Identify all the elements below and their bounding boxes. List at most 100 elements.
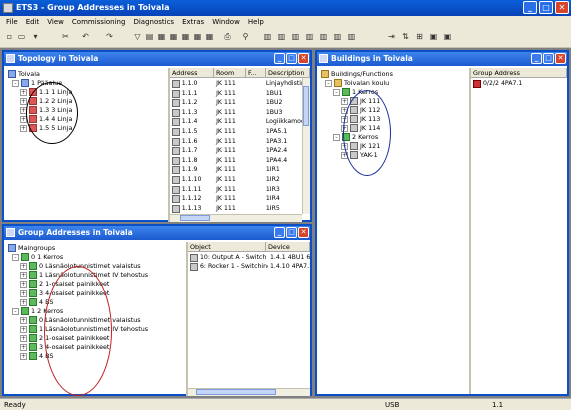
expand-icon[interactable]: +	[341, 97, 348, 105]
properties-icon[interactable]: ▤	[144, 31, 155, 42]
expand-icon[interactable]: +	[20, 124, 27, 132]
expand-icon[interactable]: +	[20, 325, 27, 333]
expand-icon[interactable]: +	[20, 343, 27, 351]
expand-icon[interactable]: +	[20, 271, 27, 279]
pane-splitter[interactable]	[469, 68, 471, 394]
tree-node-building[interactable]: - Toivalan koulu	[325, 79, 389, 87]
expand-icon[interactable]: +	[20, 352, 27, 360]
menu-extras[interactable]: Extras	[182, 18, 204, 26]
table-row[interactable]: 1.1.4JK 111Logiikkamodul	[172, 118, 302, 127]
scroll-thumb[interactable]	[180, 215, 210, 221]
collapse-icon[interactable]: -	[12, 253, 19, 261]
col-device[interactable]: Device	[266, 242, 310, 251]
grid1-icon[interactable]: ▥	[262, 31, 273, 42]
buildings-minimize-icon[interactable]: _	[531, 53, 542, 64]
groupaddresses-minimize-icon[interactable]: _	[274, 227, 285, 238]
topology-maximize-icon[interactable]: □	[286, 53, 297, 64]
table-row[interactable]: 1.1.0 JK 111 Linjayhdistin	[172, 80, 302, 88]
col-object[interactable]: Object	[188, 242, 266, 251]
scroll-thumb[interactable]	[196, 389, 276, 395]
menu-help[interactable]: Help	[248, 18, 264, 26]
expand-icon[interactable]: +	[20, 316, 27, 324]
grid3-icon[interactable]: ▥	[290, 31, 301, 42]
table-row[interactable]: 1.1.13 JK 111 1IR5	[172, 204, 302, 213]
new-icon[interactable]: ▫	[4, 31, 15, 42]
view5-icon[interactable]: ▦	[204, 31, 215, 42]
maximize-icon[interactable]: □	[539, 1, 553, 14]
menu-view[interactable]: View	[47, 18, 64, 26]
grid2-icon[interactable]: ▥	[276, 31, 287, 42]
menu-diagnostics[interactable]: Diagnostics	[133, 18, 174, 26]
table-row[interactable]: 1.1.2 JK 111 1BU2	[172, 99, 302, 108]
expand-icon[interactable]: +	[20, 298, 27, 306]
table-row[interactable]: 0/2/2 4PA7.1	[473, 80, 567, 88]
menu-edit[interactable]: Edit	[26, 18, 40, 26]
undo-icon[interactable]: ↶	[80, 31, 91, 42]
table-row[interactable]: 6: Rocker 1 - Switching 1.4.10 4PA7.1	[190, 263, 310, 271]
menu-commissioning[interactable]: Commissioning	[72, 18, 126, 26]
table-row[interactable]: 10: Output A - Switch 1.4.1 4BU1 61946	[190, 254, 310, 262]
menu-window[interactable]: Window	[212, 18, 240, 26]
view3-icon[interactable]: ▦	[180, 31, 191, 42]
expand-icon[interactable]: +	[20, 97, 27, 105]
table-row[interactable]: 1.1.3 JK 111 1BU3	[172, 108, 302, 117]
groupaddresses-hscroll[interactable]	[188, 388, 310, 396]
compare-icon[interactable]: ⇅	[400, 31, 411, 42]
expand-icon[interactable]: +	[20, 334, 27, 342]
collapse-icon[interactable]: -	[325, 79, 332, 87]
close-icon[interactable]: ✕	[555, 1, 569, 14]
cut-icon[interactable]: ✂	[60, 31, 71, 42]
table-row[interactable]: 1.1.9 JK 111 1IR1	[172, 166, 302, 175]
topology-minimize-icon[interactable]: _	[274, 53, 285, 64]
filter-icon[interactable]: ▽	[132, 31, 143, 42]
col-description[interactable]: Description	[266, 68, 310, 77]
groupaddresses-maximize-icon[interactable]: □	[286, 227, 297, 238]
minimize-icon[interactable]: _	[523, 1, 537, 14]
table-row[interactable]: 1.1.11 JK 111 1IR3	[172, 185, 302, 194]
collapse-icon[interactable]: -	[333, 133, 340, 141]
grid4-icon[interactable]: ▥	[304, 31, 315, 42]
grid6-icon[interactable]: ▥	[332, 31, 343, 42]
expand-icon[interactable]: +	[20, 262, 27, 270]
grid7-icon[interactable]: ▥	[346, 31, 357, 42]
table-row[interactable]: 1.1.6 JK 111 1PA3.1	[172, 137, 302, 146]
col-group-address[interactable]: Group Address	[471, 68, 567, 77]
collapse-icon[interactable]: -	[333, 88, 340, 96]
pane-splitter[interactable]	[186, 242, 188, 396]
collapse-icon[interactable]: -	[12, 79, 19, 87]
buildings-close-icon[interactable]: ✕	[555, 53, 566, 64]
col-address[interactable]: Address	[170, 68, 214, 77]
program-icon[interactable]: ⇥	[386, 31, 397, 42]
mode-icon[interactable]: ▣	[442, 31, 453, 42]
tree-node-maingroup[interactable]: -0 1 Kerros	[12, 253, 63, 261]
groupaddresses-close-icon[interactable]: ✕	[298, 227, 309, 238]
view1-icon[interactable]: ▦	[156, 31, 167, 42]
table-row[interactable]: 1.1.5 JK 111 1PA5.1	[172, 128, 302, 136]
open-icon[interactable]: ▭	[16, 31, 27, 42]
table-row[interactable]: 1.1.8 JK 111 1PA4.4	[172, 156, 302, 165]
grid5-icon[interactable]: ▥	[318, 31, 329, 42]
expand-icon[interactable]: +	[20, 280, 27, 288]
save-dropdown-icon[interactable]: ▾	[30, 31, 41, 42]
view2-icon[interactable]: ▦	[168, 31, 179, 42]
tree-node-root[interactable]: Maingroups	[8, 244, 55, 252]
col-room[interactable]: Room	[214, 68, 246, 77]
menu-file[interactable]: File	[6, 18, 18, 26]
bus-icon[interactable]: ⊞	[414, 31, 425, 42]
table-row[interactable]: 1.1.1 JK 111 1BU1	[172, 89, 302, 98]
tree-node-root[interactable]: Toivala	[8, 70, 40, 78]
expand-icon[interactable]: +	[20, 88, 27, 96]
expand-icon[interactable]: +	[20, 289, 27, 297]
topology-close-icon[interactable]: ✕	[298, 53, 309, 64]
monitor-icon[interactable]: ▣	[428, 31, 439, 42]
tree-node-root[interactable]: Buildings/Functions	[321, 70, 393, 78]
table-row[interactable]: 1.1.10 JK 111 1IR2	[172, 176, 302, 184]
table-row[interactable]: 1.1.12 JK 111 1IR4	[172, 195, 302, 204]
view4-icon[interactable]: ▦	[192, 31, 203, 42]
print-icon[interactable]: ⎙	[222, 31, 233, 42]
topology-hscroll[interactable]	[170, 214, 302, 222]
scroll-thumb[interactable]	[303, 86, 309, 126]
redo-icon[interactable]: ↷	[104, 31, 115, 42]
col-f[interactable]: F...	[246, 68, 266, 77]
collapse-icon[interactable]: -	[12, 307, 19, 315]
